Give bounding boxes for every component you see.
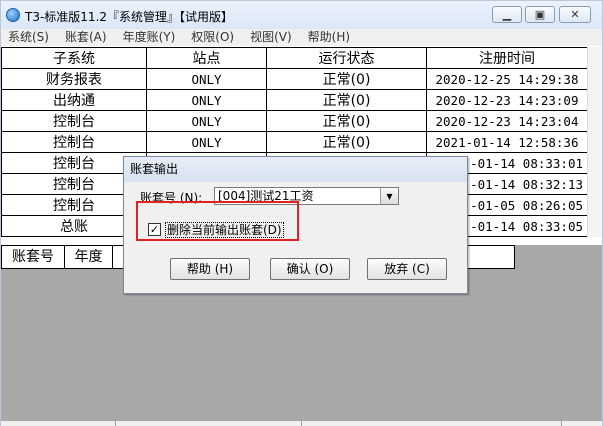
- cell-register-time: 2020-12-25 14:29:38: [426, 68, 588, 90]
- cell-status: 正常(0): [266, 110, 427, 132]
- minimize-icon: ▁: [502, 8, 512, 21]
- cell-status: 正常(0): [266, 131, 427, 153]
- title-bar[interactable]: T3-标准版11.2『系统管理』【试用版】 ▁ ▣ ✕: [1, 1, 602, 29]
- cell-site: ONLY: [146, 89, 267, 111]
- cell-site: ONLY: [146, 110, 267, 132]
- close-button[interactable]: ✕: [559, 6, 591, 23]
- cell-subsystem: 控制台: [1, 110, 147, 132]
- cell-subsystem: 出纳通: [1, 89, 147, 111]
- cell-register-time: 2020-12-23 14:23:09: [426, 89, 588, 111]
- table-row[interactable]: 财务报表 ONLY 正常(0) 2020-12-25 14:29:38: [1, 68, 588, 90]
- confirm-button[interactable]: 确认 (O): [270, 258, 350, 280]
- table-row[interactable]: 控制台 ONLY 正常(0) 2020-12-23 14:23:04: [1, 110, 588, 132]
- chevron-down-icon[interactable]: ▼: [380, 188, 398, 204]
- maximize-icon: ▣: [534, 8, 546, 21]
- cell-site: ONLY: [146, 131, 267, 153]
- status-segment: [116, 421, 302, 426]
- highlight-annotation-box: [136, 201, 299, 241]
- close-icon: ✕: [570, 8, 580, 21]
- help-button[interactable]: 帮助 (H): [170, 258, 250, 280]
- column-header-year[interactable]: 年度: [65, 245, 113, 269]
- menu-system[interactable]: 系统(S): [1, 29, 49, 46]
- column-header-register-time[interactable]: 注册时间: [426, 47, 588, 69]
- window-title: T3-标准版11.2『系统管理』【试用版】: [25, 10, 234, 24]
- column-header-site[interactable]: 站点: [146, 47, 267, 69]
- column-header-account-no[interactable]: 账套号: [1, 245, 65, 269]
- main-window: T3-标准版11.2『系统管理』【试用版】 ▁ ▣ ✕ 系统(S) 账套(A) …: [0, 0, 603, 426]
- app-logo-icon: [6, 8, 20, 22]
- status-segment: [1, 421, 116, 426]
- status-bar: [1, 421, 602, 426]
- column-header-subsystem[interactable]: 子系统: [1, 47, 147, 69]
- table-header-row: 子系统 站点 运行状态 注册时间: [1, 47, 588, 69]
- cell-subsystem: 财务报表: [1, 68, 147, 90]
- cell-status: 正常(0): [266, 89, 427, 111]
- menu-bar: 系统(S) 账套(A) 年度账(Y) 权限(O) 视图(V) 帮助(H): [1, 29, 602, 46]
- table-row[interactable]: 出纳通 ONLY 正常(0) 2020-12-23 14:23:09: [1, 89, 588, 111]
- menu-annual-account[interactable]: 年度账(Y): [116, 29, 176, 46]
- cell-status: 正常(0): [266, 68, 427, 90]
- cell-register-time: 2020-12-23 14:23:04: [426, 110, 588, 132]
- cancel-button[interactable]: 放弃 (C): [367, 258, 447, 280]
- dropdown-glyph: ▼: [386, 191, 393, 201]
- table-row[interactable]: 控制台 ONLY 正常(0) 2021-01-14 12:58:36: [1, 131, 588, 153]
- minimize-button[interactable]: ▁: [492, 6, 522, 23]
- menu-help[interactable]: 帮助(H): [301, 29, 350, 46]
- maximize-button[interactable]: ▣: [525, 6, 555, 23]
- status-segment: [302, 421, 562, 426]
- menu-view[interactable]: 视图(V): [243, 29, 292, 46]
- cell-site: ONLY: [146, 68, 267, 90]
- cell-subsystem: 控制台: [1, 131, 147, 153]
- dialog-title[interactable]: 账套输出: [124, 157, 467, 182]
- column-header-status[interactable]: 运行状态: [266, 47, 427, 69]
- table-scrollbar[interactable]: [587, 47, 602, 237]
- cell-register-time: 2021-01-14 12:58:36: [426, 131, 588, 153]
- menu-permission[interactable]: 权限(O): [184, 29, 234, 46]
- menu-account-set[interactable]: 账套(A): [58, 29, 107, 46]
